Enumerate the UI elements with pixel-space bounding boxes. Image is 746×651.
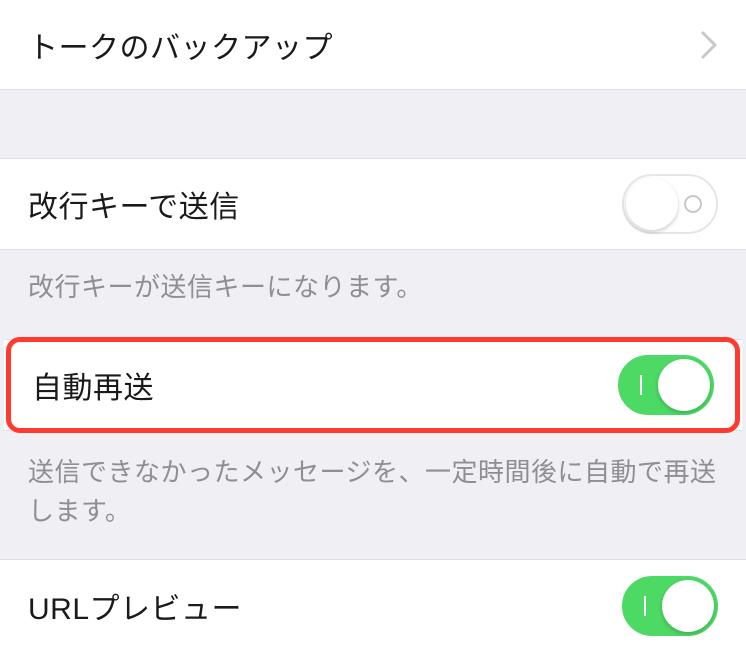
toggle-knob [658,359,710,411]
toggle-on-indicator-icon [640,375,642,395]
highlighted-section: 自動再送 [0,335,746,435]
settings-row-url-preview[interactable]: URLプレビュー [0,559,746,651]
row-label: 改行キーで送信 [28,182,240,226]
settings-row-talk-backup[interactable]: トークのバックアップ [0,0,746,90]
row-description: 改行キーが送信キーになります。 [0,250,746,335]
row-label: URLプレビュー [28,584,242,628]
toggle-url-preview[interactable] [622,576,718,636]
row-label: 自動再送 [32,363,154,407]
toggle-auto-resend[interactable] [618,355,714,415]
section-gap [0,90,746,158]
row-description: 送信できなかったメッセージを、一定時間後に自動で再送します。 [0,435,746,559]
toggle-knob [626,178,678,230]
settings-row-enter-send[interactable]: 改行キーで送信 [0,158,746,250]
toggle-off-indicator-icon [684,195,702,213]
toggle-enter-send[interactable] [622,174,718,234]
toggle-knob [662,580,714,632]
chevron-right-icon [700,30,718,60]
row-label: トークのバックアップ [28,23,333,67]
settings-row-auto-resend[interactable]: 自動再送 [4,339,742,431]
toggle-on-indicator-icon [644,596,646,616]
